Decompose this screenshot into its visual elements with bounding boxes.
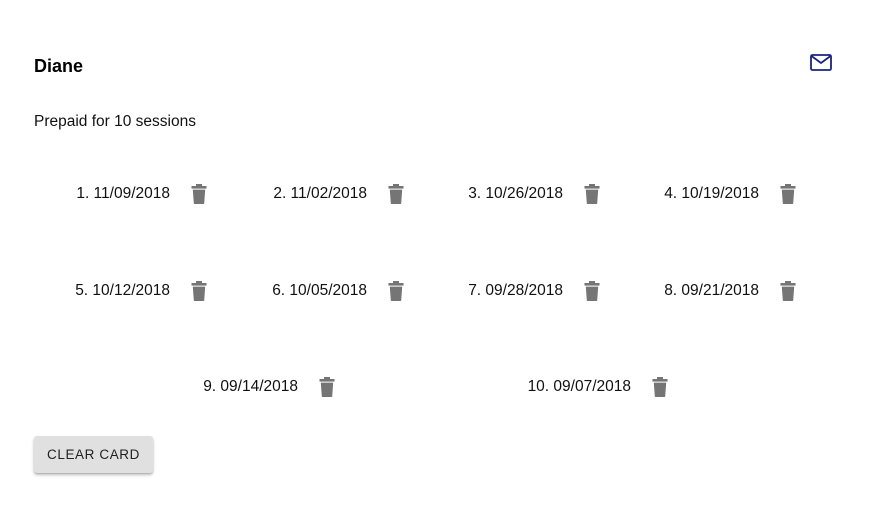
session-date: 3. 10/26/2018 (468, 185, 563, 202)
trash-icon (652, 377, 668, 397)
delete-session-button[interactable] (581, 279, 603, 303)
prepaid-text: Prepaid for 10 sessions (34, 113, 196, 130)
client-name: Diane (34, 56, 84, 76)
session-date: 2. 11/02/2018 (273, 185, 367, 202)
trash-icon (388, 184, 404, 204)
session-item: 10. 09/07/2018 (511, 375, 671, 399)
session-item: 3. 10/26/2018 (443, 182, 603, 206)
delete-session-button[interactable] (188, 182, 210, 206)
delete-session-button[interactable] (777, 182, 799, 206)
delete-session-button[interactable] (649, 375, 671, 399)
session-date: 5. 10/12/2018 (75, 282, 170, 299)
session-date: 4. 10/19/2018 (664, 185, 759, 202)
trash-icon (584, 184, 600, 204)
trash-icon (319, 377, 335, 397)
session-date: 10. 09/07/2018 (527, 378, 631, 395)
session-date: 1. 11/09/2018 (76, 185, 170, 202)
session-item: 6. 10/05/2018 (247, 279, 407, 303)
email-button[interactable] (808, 50, 834, 74)
session-item: 1. 11/09/2018 (50, 182, 210, 206)
session-item: 2. 11/02/2018 (247, 182, 407, 206)
delete-session-button[interactable] (385, 182, 407, 206)
session-date: 8. 09/21/2018 (664, 282, 759, 299)
session-date: 9. 09/14/2018 (203, 378, 298, 395)
delete-session-button[interactable] (385, 279, 407, 303)
trash-icon (191, 184, 207, 204)
delete-session-button[interactable] (777, 279, 799, 303)
session-item: 5. 10/12/2018 (50, 279, 210, 303)
trash-icon (780, 281, 796, 301)
trash-icon (191, 281, 207, 301)
trash-icon (388, 281, 404, 301)
delete-session-button[interactable] (188, 279, 210, 303)
delete-session-button[interactable] (316, 375, 338, 399)
trash-icon (780, 184, 796, 204)
clear-card-button[interactable]: CLEAR CARD (34, 436, 153, 473)
session-item: 8. 09/21/2018 (639, 279, 799, 303)
session-item: 7. 09/28/2018 (443, 279, 603, 303)
session-date: 6. 10/05/2018 (272, 282, 367, 299)
session-item: 4. 10/19/2018 (639, 182, 799, 206)
session-item: 9. 09/14/2018 (178, 375, 338, 399)
trash-icon (584, 281, 600, 301)
delete-session-button[interactable] (581, 182, 603, 206)
mail-icon (810, 53, 832, 71)
session-date: 7. 09/28/2018 (468, 282, 563, 299)
